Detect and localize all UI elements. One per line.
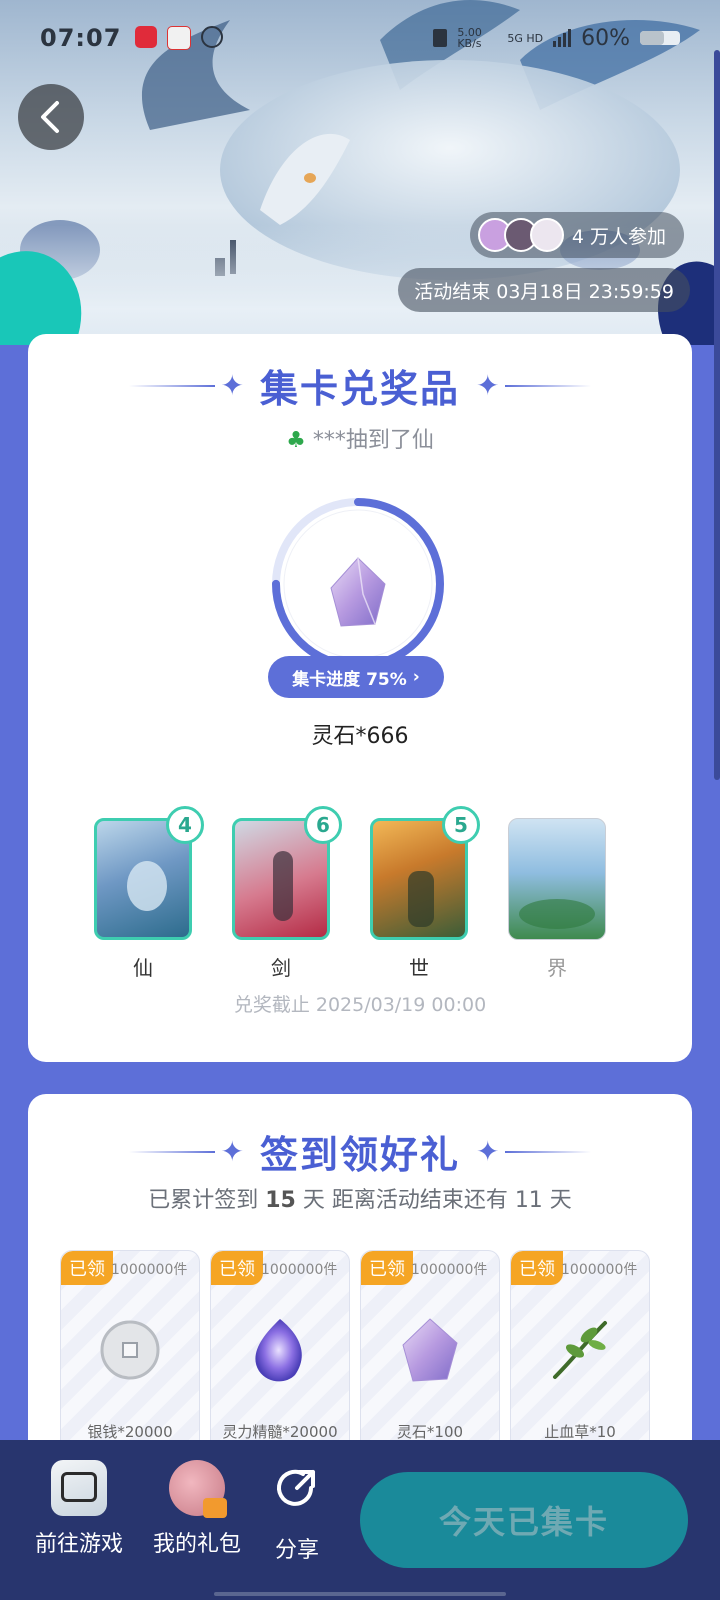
gift-quantity: 1000000件: [411, 1262, 488, 1278]
activity-end-time: 活动结束 03月18日 23:59:59: [398, 268, 690, 312]
checkin-summary: 已累计签到 15 天 距离活动结束还有 11 天: [28, 1182, 692, 1214]
participants-badge: 4 万人参加: [469, 212, 684, 258]
card-count-badge: 6: [304, 806, 342, 844]
collect-progress-button[interactable]: 集卡进度 75% ›: [268, 656, 444, 698]
status-notification-icons: [135, 26, 224, 50]
reward-name: 灵石*666: [311, 724, 409, 749]
spirit-essence-icon: [255, 1319, 302, 1382]
checkin-days: 15: [265, 1188, 296, 1213]
winner-text: ***抽到了仙: [312, 428, 434, 453]
my-gifts-label: 我的礼包: [152, 1532, 241, 1557]
card-count-badge: 5: [442, 806, 480, 844]
progress-label: 集卡进度 75%: [292, 669, 407, 690]
collect-section-header: ✦ 集卡兑奖品 ✦: [28, 358, 692, 413]
checkin-section-header: ✦ 签到领好礼 ✦: [28, 1124, 692, 1179]
card-label: 界: [547, 956, 567, 980]
card-count-badge: 4: [166, 806, 204, 844]
checkin-section-title: 签到领好礼: [259, 1133, 460, 1177]
claimed-tag: 已领: [511, 1251, 563, 1285]
chevron-right-icon: ›: [412, 667, 420, 687]
go-to-game-label: 前往游戏: [34, 1532, 123, 1557]
herb-icon: [553, 1321, 607, 1379]
card-shi[interactable]: 5 世: [370, 806, 480, 981]
gift-name: 止血草*10: [544, 1423, 616, 1441]
title-divider-left: [128, 1150, 215, 1153]
gift-name: 灵力精髓*20000: [222, 1423, 338, 1441]
collection-cards: 4 仙 6 剑 5 世 界: [94, 806, 634, 988]
gift-quantity: 1000000件: [561, 1262, 638, 1278]
claimed-tag: 已领: [61, 1251, 113, 1285]
collect-today-button[interactable]: 今天已集卡: [360, 1472, 688, 1568]
gift-avatar-icon: [169, 1460, 227, 1518]
my-gifts-button[interactable]: 我的礼包: [148, 1460, 246, 1558]
card-image: [508, 818, 606, 940]
gift-quantity: 1000000件: [261, 1262, 338, 1278]
claimed-tag: 已领: [361, 1251, 413, 1285]
signal-icon: [553, 29, 572, 47]
card-label: 仙: [133, 956, 153, 980]
winner-ticker: ♣ ***抽到了仙: [28, 422, 692, 454]
back-button[interactable]: [18, 84, 84, 150]
chevron-left-icon: [41, 101, 59, 133]
share-icon: [277, 1469, 315, 1506]
sparkle-icon: ✦: [220, 1135, 244, 1168]
status-bar: 07:07 5.00 KB/s 5G HD 60%: [40, 20, 680, 56]
gift-quantity: 1000000件: [111, 1262, 188, 1278]
gift-name: 灵石*100: [396, 1423, 464, 1441]
net-speed: 5.00 KB/s: [457, 26, 482, 50]
network-type: 5G HD: [507, 31, 544, 45]
checkin-remaining: 天 距离活动结束还有 11 天: [302, 1188, 572, 1213]
collect-section-title: 集卡兑奖品: [259, 367, 460, 411]
map-pin-icon: [167, 26, 192, 50]
battery-percent: 60%: [581, 25, 630, 51]
app-notification-icon: [135, 26, 158, 48]
title-divider-right: [505, 384, 592, 387]
participants-count: 4 万人参加: [571, 225, 666, 248]
collect-cards-panel: ✦ 集卡兑奖品 ✦ ♣ ***抽到了仙 集卡进度 75% › 灵石*666 4 …: [28, 334, 692, 1062]
card-xian[interactable]: 4 仙: [94, 806, 204, 981]
mute-icon: [433, 29, 448, 47]
card-jie[interactable]: 界: [508, 818, 606, 981]
gift-name: 银钱*20000: [87, 1423, 173, 1441]
redeem-deadline: 兑奖截止 2025/03/19 00:00: [233, 994, 487, 1016]
scroll-indicator[interactable]: [714, 50, 720, 780]
go-to-game-button[interactable]: 前往游戏: [30, 1460, 128, 1558]
spirit-stone-icon: [330, 557, 386, 627]
title-divider-right: [505, 1150, 592, 1153]
claimed-tag: 已领: [211, 1251, 263, 1285]
game-app-icon: [51, 1460, 107, 1516]
sparkle-icon: ✦: [476, 1135, 500, 1168]
sync-icon: [201, 26, 224, 48]
clover-icon: ♣: [286, 428, 306, 453]
home-indicator[interactable]: [214, 1592, 506, 1596]
participant-avatars: [477, 218, 564, 252]
status-time: 07:07: [40, 24, 122, 52]
sparkle-icon: ✦: [476, 369, 500, 402]
avatar: [529, 218, 564, 252]
battery-icon: [640, 31, 680, 45]
share-button[interactable]: 分享: [262, 1460, 332, 1564]
bottom-action-bar: 前往游戏 我的礼包 分享 今天已集卡: [0, 1440, 720, 1600]
spirit-stone-icon: [402, 1318, 458, 1382]
card-label: 世: [409, 956, 429, 980]
card-label: 剑: [271, 956, 291, 980]
silver-coin-icon: [100, 1320, 160, 1380]
share-label: 分享: [274, 1538, 319, 1563]
checkin-prefix: 已累计签到: [148, 1188, 259, 1213]
card-jian[interactable]: 6 剑: [232, 806, 342, 981]
sparkle-icon: ✦: [220, 369, 244, 402]
title-divider-left: [128, 384, 215, 387]
